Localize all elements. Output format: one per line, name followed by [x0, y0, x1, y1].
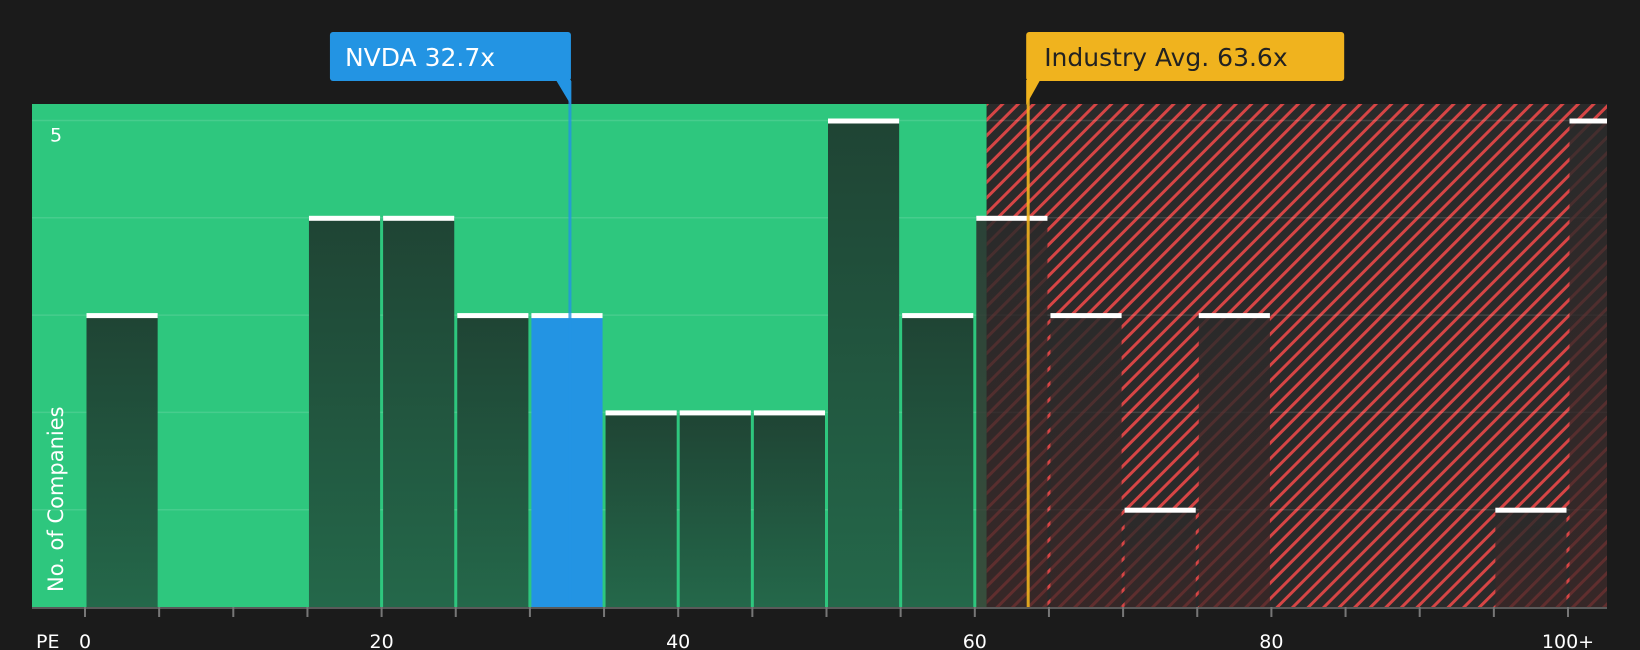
bar-cap	[976, 215, 1048, 221]
pe-distribution-chart: 5 0 20 40 60 80 100+ NVDA 32.7x Industry Avg. …	[32, 32, 1607, 650]
x-tick-label: 40	[666, 631, 690, 650]
bar-cap	[1124, 507, 1196, 513]
histogram-bar	[753, 412, 825, 607]
x-tick-label: 0	[79, 631, 91, 650]
bar-cap	[531, 313, 603, 319]
histogram-bar	[1569, 120, 1607, 607]
bar-cap	[86, 313, 158, 319]
x-tick-label: 80	[1259, 631, 1283, 650]
bar-cap	[679, 410, 751, 416]
bar-cap	[383, 215, 455, 221]
histogram-bar	[86, 315, 158, 607]
histogram-bar	[605, 412, 677, 607]
bar-cap	[1050, 313, 1122, 319]
x-tick-label: 100+	[1542, 631, 1594, 650]
x-axis-label: PE	[36, 631, 59, 650]
y-axis-label: No. of Companies	[44, 406, 68, 592]
x-tick-label: 20	[370, 631, 394, 650]
bar-cap	[828, 118, 900, 124]
bar-cap	[902, 313, 974, 319]
industry-avg-label: Industry Avg. 63.6x	[1044, 43, 1287, 72]
histogram-bar	[828, 120, 900, 607]
callout-pointer	[1026, 80, 1041, 105]
bar-cap	[457, 313, 529, 319]
histogram-bar-highlight	[531, 315, 603, 607]
histogram-bar	[976, 217, 1048, 608]
histogram-bar	[457, 315, 529, 607]
x-axis: 0 20 40 60 80 100+	[32, 607, 1607, 650]
callout-pointer	[555, 80, 571, 105]
bar-cap	[1569, 118, 1607, 124]
histogram-bar	[1124, 509, 1196, 607]
y-tick-label: 5	[50, 125, 62, 147]
bar-cap	[1198, 313, 1270, 319]
bar-cap	[753, 410, 825, 416]
histogram-bar	[1495, 509, 1567, 607]
histogram-bar	[383, 217, 455, 608]
x-tick-label: 60	[963, 631, 987, 650]
histogram-bar	[1198, 315, 1270, 607]
bar-cap	[605, 410, 677, 416]
histogram-bar	[679, 412, 751, 607]
histogram-bar	[1050, 315, 1122, 607]
company-label: NVDA 32.7x	[345, 43, 495, 72]
bar-cap	[1495, 507, 1567, 513]
histogram-bar	[308, 217, 381, 608]
histogram-bar	[902, 315, 974, 607]
bar-cap	[308, 215, 381, 221]
